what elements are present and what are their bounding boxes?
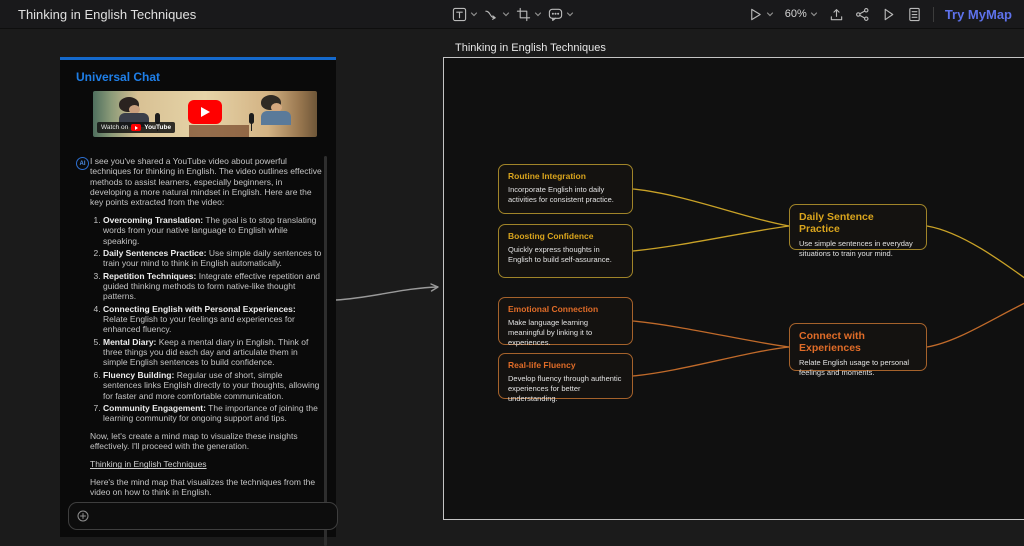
chat-input-container <box>68 502 338 530</box>
attach-plus-icon[interactable] <box>77 510 89 522</box>
document-title: Thinking in English Techniques <box>18 7 197 22</box>
chat-to-canvas-arrow <box>335 283 439 301</box>
toolbar-actions: 60% Try MyMap <box>748 0 1012 28</box>
list-item: Overcoming Translation: The goal is to s… <box>103 215 322 246</box>
text-tool-icon <box>452 7 467 21</box>
mindmap-title-link[interactable]: Thinking in English Techniques <box>90 459 207 469</box>
connector-tool-icon <box>485 10 496 20</box>
comment-tool-button[interactable] <box>548 7 574 22</box>
chat-scrollbar[interactable] <box>324 156 327 546</box>
youtube-logo-icon <box>131 124 142 131</box>
chevron-down-icon <box>766 12 773 17</box>
list-item: Fluency Building: Regular use of short, … <box>103 370 322 401</box>
chevron-down-icon <box>534 12 542 17</box>
list-item: Daily Sentences Practice: Use simple dai… <box>103 248 322 269</box>
youtube-wordmark: YouTube <box>144 124 172 131</box>
watch-on-label: Watch on <box>101 124 129 131</box>
list-item: Repetition Techniques: Integrate effecti… <box>103 271 322 302</box>
share-icon <box>855 7 869 21</box>
video-background-shelf <box>189 125 249 137</box>
comment-tool-icon <box>548 8 563 21</box>
video-person-right <box>261 95 291 125</box>
zoom-level-value: 60% <box>784 8 807 20</box>
youtube-play-button[interactable] <box>188 100 222 125</box>
chat-message-area: AI I see you've shared a YouTube video a… <box>76 156 324 502</box>
chevron-down-icon <box>502 12 510 17</box>
list-item: Community Engagement: The importance of … <box>103 403 322 424</box>
ai-message: I see you've shared a YouTube video abou… <box>90 156 322 502</box>
topbar: Thinking in English Techniques 60% Try M… <box>0 0 1024 29</box>
mindmap-node[interactable]: Boosting Confidence Quickly express thou… <box>498 224 633 278</box>
canvas-frame-label[interactable]: Thinking in English Techniques <box>455 42 606 54</box>
mindmap-node[interactable]: Daily Sentence Practice Use simple sente… <box>789 204 927 258</box>
frame-tool-button[interactable] <box>516 7 542 22</box>
watch-on-youtube-badge[interactable]: Watch on YouTube <box>97 122 176 133</box>
universal-chat-panel: Universal Chat Watch on YouTube AI I see… <box>60 57 338 546</box>
export-button[interactable] <box>829 7 844 22</box>
list-item: Connecting English with Personal Experie… <box>103 304 322 335</box>
microphone-right <box>249 113 254 131</box>
mindmap-node[interactable]: Routine Integration Incorporate English … <box>498 164 633 214</box>
youtube-video-embed[interactable]: Watch on YouTube <box>93 91 317 137</box>
cursor-icon <box>750 8 761 20</box>
connector-tool-button[interactable] <box>484 7 510 22</box>
chevron-down-icon <box>470 12 478 17</box>
mindmap-node[interactable]: Emotional Connection Make language learn… <box>498 297 633 347</box>
play-button[interactable] <box>881 7 896 22</box>
ai-intro-paragraph: I see you've shared a YouTube video abou… <box>90 156 322 208</box>
present-mode-button[interactable] <box>748 7 774 22</box>
ai-avatar: AI <box>76 157 89 170</box>
mindmap-canvas[interactable]: Routine Integration Incorporate English … <box>443 57 1024 520</box>
followup-paragraph: Now, let's create a mind map to visualiz… <box>90 430 298 451</box>
mindmap-node[interactable]: Connect with Experiences Relate English … <box>789 323 927 377</box>
play-icon <box>884 8 894 20</box>
chevron-down-icon <box>810 12 817 17</box>
mindmap-edges <box>632 188 1024 377</box>
share-button[interactable] <box>855 7 870 22</box>
export-icon <box>830 8 843 20</box>
key-points-list: Overcoming Translation: The goal is to s… <box>90 215 322 424</box>
chevron-down-icon <box>566 12 574 17</box>
chat-input[interactable] <box>95 510 329 522</box>
text-tool-button[interactable] <box>452 7 478 22</box>
list-item: Mental Diary: Keep a mental diary in Eng… <box>103 337 322 368</box>
mindmap-node[interactable]: Real-life Fluency Develop fluency throug… <box>498 353 633 403</box>
try-mymap-button[interactable]: Try MyMap <box>945 7 1012 22</box>
zoom-level-dropdown[interactable]: 60% <box>785 8 818 20</box>
notes-icon <box>909 7 920 21</box>
toolbar-tools <box>452 0 574 28</box>
toolbar-divider <box>932 6 934 22</box>
frame-tool-icon <box>516 7 531 21</box>
chat-panel-title: Universal Chat <box>76 70 161 84</box>
notes-button[interactable] <box>907 7 922 22</box>
map-note-paragraph: Here's the mind map that visualizes the … <box>90 476 316 498</box>
